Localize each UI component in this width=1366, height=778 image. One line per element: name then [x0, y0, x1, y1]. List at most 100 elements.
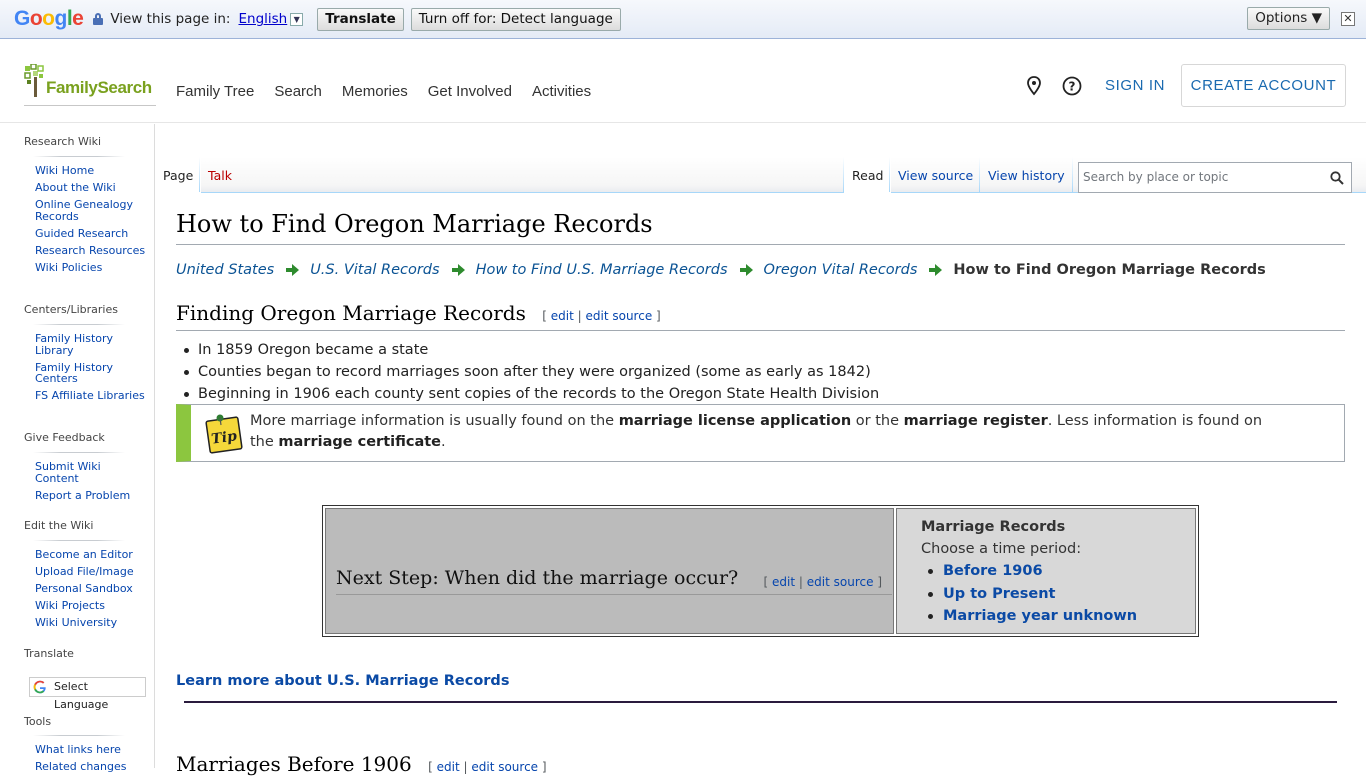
sidebar-item-online-records[interactable]: Online Genealogy Records	[35, 199, 147, 222]
sidebar-divider	[33, 735, 125, 736]
search-icon[interactable]	[1330, 171, 1344, 185]
select-language-widget[interactable]: Select Language	[29, 677, 146, 711]
edit-source-link[interactable]: edit source	[586, 309, 653, 323]
learn-more-link[interactable]: Learn more about U.S. Marriage Records	[176, 673, 509, 689]
separator: |	[463, 760, 468, 774]
sidebar-item-fh-library[interactable]: Family History Library	[35, 333, 147, 356]
edit-section-links: [ edit | edit source ]	[428, 760, 546, 774]
edit-link[interactable]: edit	[772, 575, 795, 589]
time-period-options: Marriage Records Choose a time period: B…	[896, 508, 1196, 634]
tip-bold: marriage license application	[618, 413, 852, 429]
tab-view-history[interactable]: View history	[980, 157, 1073, 193]
sidebar-list-tools: What links here Related changes	[35, 744, 147, 778]
tab-page[interactable]: Page	[155, 157, 202, 193]
create-account-button[interactable]: CREATE ACCOUNT	[1181, 64, 1346, 107]
help-icon[interactable]: ?	[1062, 76, 1082, 96]
options-subtitle: Choose a time period:	[921, 541, 1082, 557]
sidebar-item-fh-centers[interactable]: Family History Centers	[35, 361, 147, 385]
list-item: Beginning in 1906 each county sent copie…	[183, 383, 879, 405]
tab-talk[interactable]: Talk	[200, 157, 240, 193]
bracket: [	[763, 575, 769, 589]
option-year-unknown[interactable]: Marriage year unknown	[943, 608, 1137, 624]
sidebar-heading-centers: Centers/Libraries	[24, 303, 118, 316]
sidebar-item-guided-research[interactable]: Guided Research	[35, 227, 147, 240]
sidebar-list-edit: Become an Editor Upload File/Image Perso…	[35, 549, 147, 634]
next-step-heading: Next Step: When did the marriage occur? …	[336, 567, 892, 595]
edit-section-links: [ edit | edit source ]	[764, 575, 882, 589]
options-button[interactable]: Options ▼	[1247, 7, 1330, 30]
arrow-right-icon	[929, 264, 943, 276]
options-title: Marriage Records	[921, 519, 1066, 535]
sidebar-heading-translate: Translate	[24, 647, 74, 660]
sidebar-list-research-wiki: Wiki Home About the Wiki Online Genealog…	[35, 165, 147, 279]
sidebar-item-wiki-university[interactable]: Wiki University	[35, 617, 147, 629]
sidebar-item-what-links-here[interactable]: What links here	[35, 744, 147, 756]
nav-family-tree[interactable]: Family Tree	[176, 83, 254, 100]
sidebar-list-centers: Family History Library Family History Ce…	[35, 333, 147, 407]
section-divider	[184, 701, 1337, 703]
close-icon[interactable]: ✕	[1341, 12, 1355, 26]
bracket: [	[428, 760, 433, 774]
breadcrumb-link[interactable]: United States	[176, 262, 274, 278]
bracket: ]	[877, 575, 882, 589]
bracket: [	[542, 309, 547, 323]
nav-activities[interactable]: Activities	[532, 83, 591, 100]
svg-text:?: ?	[1069, 80, 1076, 94]
nav-get-involved[interactable]: Get Involved	[428, 83, 512, 100]
nav-search[interactable]: Search	[274, 83, 322, 100]
breadcrumb-link[interactable]: How to Find U.S. Marriage Records	[476, 262, 728, 278]
sidebar-item-about-wiki[interactable]: About the Wiki	[35, 182, 147, 194]
list-item: Before 1906	[928, 560, 1195, 583]
dropdown-arrow-icon[interactable]: ▼	[290, 12, 304, 26]
breadcrumb-link[interactable]: U.S. Vital Records	[310, 262, 439, 278]
sidebar-item-affiliate-libraries[interactable]: FS Affiliate Libraries	[35, 390, 147, 402]
breadcrumb-current: How to Find Oregon Marriage Records	[953, 262, 1266, 278]
edit-link[interactable]: edit	[551, 309, 574, 323]
tip-bold: marriage certificate	[278, 434, 441, 450]
sidebar-item-research-resources[interactable]: Research Resources	[35, 244, 147, 257]
sidebar-item-upload-file[interactable]: Upload File/Image	[35, 566, 147, 578]
language-select[interactable]: English	[238, 11, 287, 27]
edit-source-link[interactable]: edit source	[807, 575, 874, 589]
sidebar-divider	[33, 452, 125, 453]
tip-box: Tip More marriage information is usually…	[176, 404, 1345, 462]
nav-memories[interactable]: Memories	[342, 83, 408, 100]
sidebar-item-wiki-projects[interactable]: Wiki Projects	[35, 600, 147, 612]
tip-text: .	[441, 434, 446, 450]
sign-in-link[interactable]: SIGN IN	[1105, 77, 1165, 94]
search-placeholder: Search by place or topic	[1083, 170, 1229, 184]
edit-source-link[interactable]: edit source	[471, 760, 538, 774]
sidebar-heading-tools: Tools	[24, 715, 52, 728]
location-pin-icon[interactable]	[1024, 76, 1044, 96]
options-list: Before 1906 Up to Present Marriage year …	[928, 560, 1195, 628]
sidebar-item-become-editor[interactable]: Become an Editor	[35, 549, 147, 561]
translate-button[interactable]: Translate	[317, 7, 404, 31]
sidebar-heading-edit: Edit the Wiki	[24, 519, 94, 532]
sidebar-divider	[33, 156, 125, 157]
tab-view-source[interactable]: View source	[890, 157, 981, 193]
sidebar-item-wiki-home[interactable]: Wiki Home	[35, 165, 147, 177]
sidebar-item-submit-content[interactable]: Submit Wiki Content	[35, 461, 147, 484]
list-item: Marriage year unknown	[928, 605, 1195, 628]
tip-text: More marriage information is usually fou…	[250, 413, 619, 429]
breadcrumb: United States U.S. Vital Records How to …	[176, 262, 1266, 278]
sidebar-heading-feedback: Give Feedback	[24, 431, 105, 444]
tip-note-icon: Tip	[205, 414, 243, 454]
option-up-to-present[interactable]: Up to Present	[943, 586, 1055, 602]
translate-bar: Google View this page in: English ▼ Tran…	[0, 0, 1366, 39]
wiki-search-input[interactable]: Search by place or topic	[1078, 162, 1352, 193]
familysearch-logo[interactable]: FamilySearch	[24, 64, 156, 106]
edit-link[interactable]: edit	[437, 760, 460, 774]
bracket: ]	[541, 760, 547, 774]
tab-read[interactable]: Read	[844, 157, 892, 193]
turn-off-button[interactable]: Turn off for: Detect language	[410, 7, 621, 31]
option-before-1906[interactable]: Before 1906	[943, 563, 1043, 579]
breadcrumb-link[interactable]: Oregon Vital Records	[764, 262, 918, 278]
sidebar-item-related-changes[interactable]: Related changes	[35, 761, 147, 773]
sidebar-item-wiki-policies[interactable]: Wiki Policies	[35, 261, 147, 274]
list-item: In 1859 Oregon became a state	[183, 339, 879, 361]
main-nav: Family Tree Search Memories Get Involved…	[176, 83, 611, 100]
sidebar-item-personal-sandbox[interactable]: Personal Sandbox	[35, 583, 147, 595]
next-step-box: Next Step: When did the marriage occur? …	[322, 505, 1199, 637]
sidebar-item-report-problem[interactable]: Report a Problem	[35, 489, 147, 502]
